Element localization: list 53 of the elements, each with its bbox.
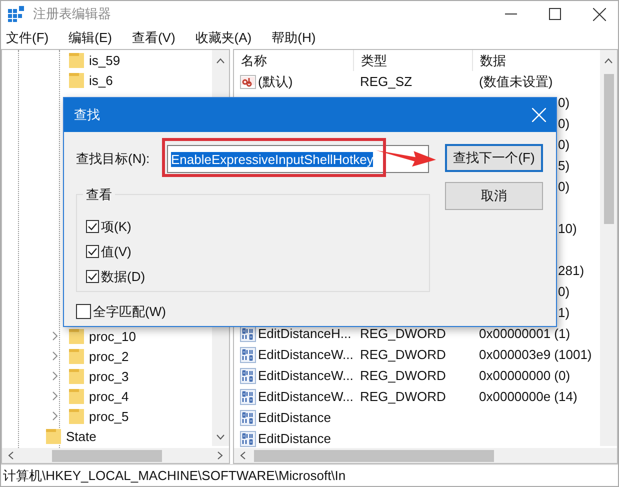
value-data: 0x00000000 (0) xyxy=(479,368,570,383)
menu-item[interactable]: 收藏夹(A) xyxy=(190,29,259,47)
value-type: REG_DWORD xyxy=(360,389,446,404)
find-next-button[interactable]: 查找下一个(F) xyxy=(445,144,543,172)
dialog-title: 查找 xyxy=(74,106,100,124)
value-name: EditDistanceW... xyxy=(258,389,354,404)
value-data: 0x0000000e (14) xyxy=(479,389,578,404)
menu-item[interactable]: 编辑(E) xyxy=(64,29,119,47)
cancel-button[interactable]: 取消 xyxy=(445,182,543,210)
menu-item[interactable]: 查看(V) xyxy=(126,29,182,47)
column-header[interactable]: 名称 xyxy=(234,50,354,71)
value-data: 0x00000001 (1) xyxy=(479,326,570,341)
tree-item[interactable]: State xyxy=(66,428,96,444)
checkbox-label[interactable]: 全字匹配(W) xyxy=(93,302,166,320)
value-data: 0) xyxy=(558,179,570,194)
value-data: 10) xyxy=(558,221,577,236)
value-name: EditDistanceW... xyxy=(258,368,354,383)
find-field[interactable]: EnableExpressiveInputShellHotkey xyxy=(167,145,429,173)
value-name: EditDistanceW... xyxy=(258,347,354,362)
tree-item[interactable]: is_6 xyxy=(89,72,113,88)
value-data: 0) xyxy=(558,284,570,299)
value-name: EditDistance xyxy=(258,431,331,446)
value-name: EditDistance xyxy=(258,410,331,425)
menu-item[interactable]: 文件(F) xyxy=(1,29,56,47)
value-type: REG_DWORD xyxy=(360,326,446,341)
value-type: REG_DWORD xyxy=(360,347,446,362)
value-data: 0x000003e9 (1001) xyxy=(479,347,592,362)
checkbox-label[interactable]: 值(V) xyxy=(101,242,132,260)
value-name: (默认) xyxy=(258,72,293,90)
value-data: 281) xyxy=(558,263,584,278)
checkbox-label[interactable]: 项(K) xyxy=(101,218,132,236)
menu-item[interactable]: 帮助(H) xyxy=(266,29,323,47)
window-title: 注册表编辑器 xyxy=(33,5,111,23)
value-data: 0) xyxy=(558,95,570,110)
value-data: 0) xyxy=(558,137,570,152)
value-type: REG_DWORD xyxy=(360,368,446,383)
column-header[interactable]: 类型 xyxy=(354,50,473,71)
status-bar: 计算机\HKEY_LOCAL_MACHINE\SOFTWARE\Microsoft\In xyxy=(1,464,618,486)
tree-item[interactable]: proc_3 xyxy=(89,368,129,384)
tree-item[interactable]: proc_2 xyxy=(89,348,129,364)
value-data: 5) xyxy=(558,158,570,173)
tree-item[interactable]: proc_10 xyxy=(89,328,136,344)
find-label: 查找目标(N): xyxy=(76,150,151,168)
tree-item[interactable]: is_59 xyxy=(89,52,120,68)
tree-item[interactable]: proc_4 xyxy=(89,388,129,404)
value-data: 1) xyxy=(558,305,570,320)
value-name: EditDistanceH... xyxy=(258,326,352,341)
value-type: REG_SZ xyxy=(360,74,412,89)
tree-item[interactable]: proc_5 xyxy=(89,408,129,424)
value-data: (数值未设置) xyxy=(479,72,553,90)
checkbox-label[interactable]: 数据(D) xyxy=(101,268,146,286)
column-header[interactable]: 数据 xyxy=(473,50,600,71)
value-data: 0) xyxy=(558,116,570,131)
